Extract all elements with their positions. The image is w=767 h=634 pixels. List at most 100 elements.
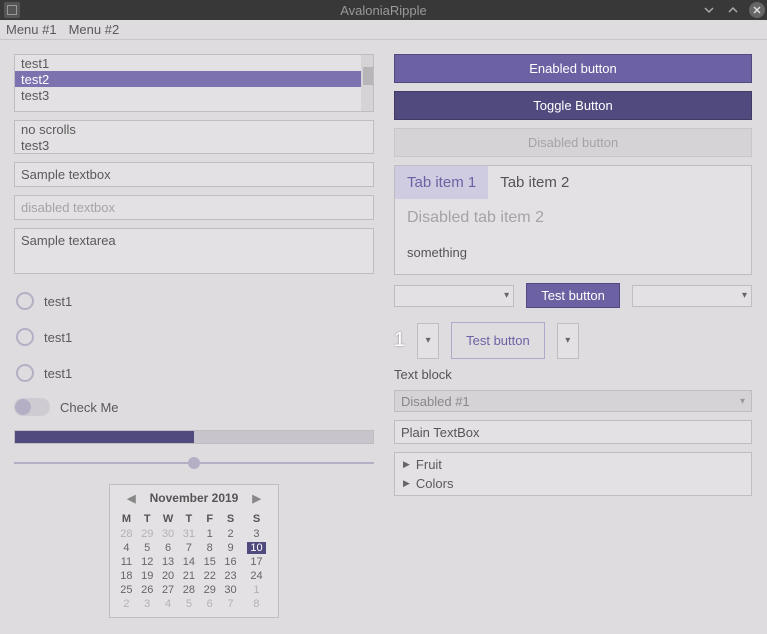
calendar-day[interactable]: 7 <box>220 597 241 611</box>
calendar-day[interactable]: 19 <box>137 569 158 583</box>
spinner-dropdown[interactable]: ▾ <box>417 323 439 359</box>
chevron-down-icon: ▾ <box>565 335 570 346</box>
combobox-2[interactable]: ▾ <box>632 285 752 307</box>
combobox-1[interactable]: ▾ <box>394 285 514 307</box>
chevron-down-icon: ▾ <box>740 396 745 407</box>
radio-option[interactable]: test1 <box>16 292 374 310</box>
calendar-day[interactable]: 7 <box>178 541 199 555</box>
calendar-next-icon[interactable]: ▶ <box>252 492 260 505</box>
list-item[interactable]: no scrolls <box>15 121 373 137</box>
calendar-day[interactable]: 6 <box>158 541 179 555</box>
listbox-scrollable[interactable]: test1 test2 test3 <box>14 54 374 112</box>
tree-node[interactable]: ▶Fruit <box>395 455 751 474</box>
calendar-day[interactable]: 25 <box>116 583 137 597</box>
caret-right-icon: ▶ <box>403 459 410 470</box>
calendar-day[interactable]: 10 <box>241 541 272 555</box>
calendar-day[interactable]: 22 <box>199 569 220 583</box>
toggle-button[interactable]: Toggle Button <box>394 91 752 120</box>
calendar-day[interactable]: 29 <box>137 527 158 541</box>
toggle-switch[interactable] <box>14 398 50 416</box>
tree-node[interactable]: ▶Colors <box>395 474 751 493</box>
toggle-knob-icon <box>15 399 31 415</box>
spinner-dropdown-2[interactable]: ▾ <box>557 323 579 359</box>
calendar-day[interactable]: 9 <box>220 541 241 555</box>
calendar-day[interactable]: 2 <box>116 597 137 611</box>
test-button-1[interactable]: Test button <box>526 283 620 308</box>
treeview[interactable]: ▶Fruit ▶Colors <box>394 452 752 496</box>
calendar-day[interactable]: 5 <box>178 597 199 611</box>
calendar-dow: F <box>199 511 220 527</box>
list-item[interactable]: test3 <box>15 137 373 153</box>
calendar-day[interactable]: 29 <box>199 583 220 597</box>
radio-option[interactable]: test1 <box>16 364 374 382</box>
calendar-day[interactable]: 28 <box>116 527 137 541</box>
sample-textbox[interactable] <box>14 162 374 187</box>
scrollbar[interactable] <box>361 55 373 111</box>
calendar-dow: S <box>220 511 241 527</box>
disabled-tab-item: Disabled tab item 2 <box>395 199 751 237</box>
calendar-day[interactable]: 17 <box>241 555 272 569</box>
calendar-day[interactable]: 14 <box>178 555 199 569</box>
list-item[interactable]: test3 <box>15 87 361 103</box>
calendar-day[interactable]: 21 <box>178 569 199 583</box>
disabled-textbox <box>14 195 374 220</box>
radio-circle-icon <box>16 364 34 382</box>
enabled-button[interactable]: Enabled button <box>394 54 752 83</box>
menu-item-2[interactable]: Menu #2 <box>69 22 120 37</box>
radio-option[interactable]: test1 <box>16 328 374 346</box>
list-item[interactable]: test2 <box>15 71 361 87</box>
calendar-day[interactable]: 11 <box>116 555 137 569</box>
calendar-day[interactable]: 2 <box>220 527 241 541</box>
disabled-button: Disabled button <box>394 128 752 157</box>
radio-group: test1 test1 test1 <box>16 292 374 382</box>
slider[interactable] <box>14 456 374 470</box>
calendar[interactable]: ◀ November 2019 ▶ MTWTFSS 28293031123456… <box>109 484 279 618</box>
calendar-day[interactable]: 27 <box>158 583 179 597</box>
calendar-day[interactable]: 24 <box>241 569 272 583</box>
scrollbar-thumb[interactable] <box>363 67 373 85</box>
calendar-prev-icon[interactable]: ◀ <box>127 492 135 505</box>
calendar-day[interactable]: 28 <box>178 583 199 597</box>
calendar-day[interactable]: 23 <box>220 569 241 583</box>
calendar-day[interactable]: 8 <box>199 541 220 555</box>
maximize-icon[interactable] <box>725 2 741 18</box>
calendar-dow: T <box>137 511 158 527</box>
sample-textarea[interactable]: Sample textarea <box>14 228 374 274</box>
minimize-icon[interactable] <box>701 2 717 18</box>
calendar-day[interactable]: 1 <box>241 583 272 597</box>
calendar-day[interactable]: 31 <box>178 527 199 541</box>
tab-item-1[interactable]: Tab item 1 <box>395 166 488 199</box>
close-icon[interactable] <box>749 2 765 18</box>
slider-knob-icon[interactable] <box>188 457 200 469</box>
listbox-noscroll[interactable]: no scrolls test3 <box>14 120 374 154</box>
radio-circle-icon <box>16 328 34 346</box>
plain-textbox[interactable]: Plain TextBox <box>394 420 752 444</box>
menubar: Menu #1 Menu #2 <box>0 20 767 40</box>
calendar-day[interactable]: 5 <box>137 541 158 555</box>
tab-item-2[interactable]: Tab item 2 <box>488 166 581 199</box>
calendar-day[interactable]: 15 <box>199 555 220 569</box>
calendar-day[interactable]: 3 <box>137 597 158 611</box>
menu-item-1[interactable]: Menu #1 <box>6 22 57 37</box>
calendar-day[interactable]: 30 <box>220 583 241 597</box>
calendar-day[interactable]: 6 <box>199 597 220 611</box>
test-button-2[interactable]: Test button <box>451 322 545 359</box>
calendar-dow: T <box>178 511 199 527</box>
calendar-grid: MTWTFSS 28293031123456789101112131415161… <box>116 511 272 611</box>
calendar-day[interactable]: 4 <box>116 541 137 555</box>
calendar-day[interactable]: 13 <box>158 555 179 569</box>
calendar-day[interactable]: 8 <box>241 597 272 611</box>
calendar-day[interactable]: 1 <box>199 527 220 541</box>
tabhost: Tab item 1 Tab item 2 Disabled tab item … <box>394 165 752 275</box>
calendar-day[interactable]: 12 <box>137 555 158 569</box>
calendar-day[interactable]: 26 <box>137 583 158 597</box>
toggle-label: Check Me <box>60 400 119 415</box>
calendar-header[interactable]: November 2019 <box>150 491 239 505</box>
list-item[interactable]: test1 <box>15 55 361 71</box>
calendar-day[interactable]: 4 <box>158 597 179 611</box>
calendar-day[interactable]: 18 <box>116 569 137 583</box>
calendar-day[interactable]: 30 <box>158 527 179 541</box>
calendar-day[interactable]: 16 <box>220 555 241 569</box>
calendar-day[interactable]: 3 <box>241 527 272 541</box>
calendar-day[interactable]: 20 <box>158 569 179 583</box>
